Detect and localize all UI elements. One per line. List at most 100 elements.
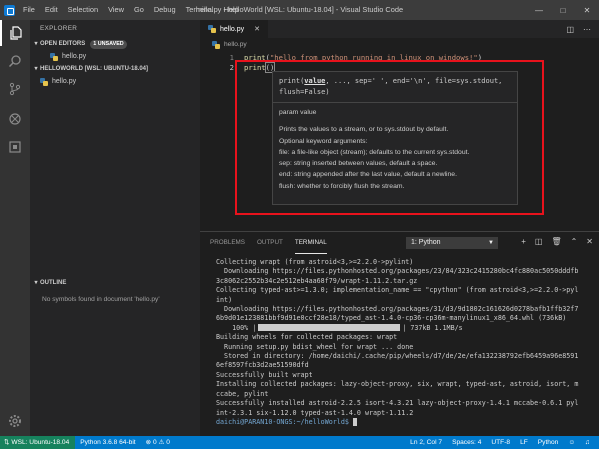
menu-go[interactable]: Go (129, 0, 149, 20)
breadcrumb: hello.py (200, 38, 599, 51)
close-window-icon[interactable]: ✕ (575, 0, 599, 20)
terminal-line: Building wheels for collected packages: … (216, 333, 398, 342)
language-mode[interactable]: Python (533, 436, 564, 449)
window-controls: — □ ✕ (527, 0, 599, 20)
menu-debug[interactable]: Debug (149, 0, 181, 20)
notifications-bell-icon[interactable]: ♫ (580, 436, 595, 449)
prompt-line: daichi@PARAN10-ONGS:~/helloWorld$ (216, 417, 594, 427)
tab-hello-py[interactable]: hello.py ✕ (200, 20, 269, 38)
open-editors-label: OPEN EDITORS (40, 41, 86, 47)
remote-indicator[interactable]: ⇅ WSL: Ubuntu-18.04 (0, 436, 76, 449)
menu-view[interactable]: View (103, 0, 129, 20)
chevron-down-icon: ▼ (488, 240, 494, 246)
python-file-icon (50, 52, 58, 61)
workspace-file-item[interactable]: hello.py (30, 75, 200, 88)
debug-icon[interactable] (0, 106, 30, 132)
terminal-line: Stored in directory: /home/daichi/.cache… (216, 352, 579, 361)
warning-count: 0 (166, 439, 170, 446)
progress-left: 100% | (216, 323, 257, 332)
cursor-position[interactable]: Ln 2, Col 7 (405, 436, 447, 449)
tab-terminal[interactable]: TERMINAL (294, 232, 327, 254)
title-bar: hello.py - helloWorld [WSL: Ubuntu-18.04… (0, 0, 599, 20)
line-number: 2 (229, 63, 234, 72)
terminal-line: Collecting typed-ast>=1.3.0; implementat… (216, 286, 579, 295)
status-right: Ln 2, Col 7 Spaces: 4 UTF-8 LF Python ☺ … (405, 436, 595, 449)
terminal-line: Downloading https://files.pythonhosted.o… (216, 267, 579, 276)
menu-edit[interactable]: Edit (40, 0, 63, 20)
end-of-line[interactable]: LF (515, 436, 533, 449)
error-icon: ⊗ (145, 439, 152, 446)
explorer-sidebar: EXPLORER ▾ OPEN EDITORS 1 UNSAVED hello.… (30, 20, 200, 436)
extensions-icon[interactable] (0, 134, 30, 160)
chevron-down-icon: ▾ (34, 41, 38, 47)
activity-bar (0, 20, 30, 436)
workspace-header[interactable]: ▾ HELLOWORLD [WSL: UBUNTU-18.04] (30, 63, 200, 75)
terminal-line: Collecting wrapt (from astroid<3,>=2.2.0… (216, 258, 414, 266)
kill-terminal-icon[interactable]: 🗑 (551, 237, 561, 246)
explorer-icon[interactable] (0, 20, 30, 46)
maximize-panel-icon[interactable]: ⌃ (571, 237, 578, 246)
tab-problems[interactable]: PROBLEMS (210, 232, 245, 254)
settings-gear-icon[interactable] (0, 408, 30, 434)
minimize-icon[interactable]: — (527, 0, 551, 20)
encoding[interactable]: UTF-8 (486, 436, 515, 449)
menu-terminal[interactable]: Terminal (181, 0, 219, 20)
terminal-line: Successfully built wrapt (216, 370, 313, 379)
new-terminal-icon[interactable]: + (521, 237, 526, 246)
feedback-icon[interactable]: ☺ (563, 436, 580, 449)
progress-right: | 737kB 1.1MB/s (402, 323, 463, 332)
terminal-line: Running setup.py bdist_wheel for wrapt .… (216, 342, 414, 351)
download-progress-bar (258, 324, 401, 332)
terminal-prompt: daichi@PARAN10-ONGS:~/helloWorld$ (216, 417, 349, 426)
problems-indicator[interactable]: ⊗ 0 ⚠ 0 (141, 436, 175, 449)
status-bar: ⇅ WSL: Ubuntu-18.04 Python 3.6.8 64-bit … (0, 436, 599, 449)
menu-help[interactable]: Help (219, 0, 244, 20)
outline-label: OUTLINE (40, 280, 67, 286)
menu-file[interactable]: File (18, 0, 40, 20)
tab-output[interactable]: OUTPUT (257, 232, 283, 254)
outline-header[interactable]: ▾ OUTLINE (30, 277, 200, 289)
outline-empty-message: No symbols found in document 'hello.py' (42, 296, 160, 303)
close-tab-icon[interactable]: ✕ (254, 25, 260, 33)
open-editor-filename: hello.py (62, 53, 87, 60)
open-editors-header[interactable]: ▾ OPEN EDITORS 1 UNSAVED (30, 38, 200, 50)
more-actions-icon[interactable]: ⋯ (583, 25, 591, 34)
terminal-line: 3c8062c2552b34c2e512eb4aa68f79/wrapt-1.1… (216, 276, 418, 285)
split-editor-icon[interactable]: ◫ (566, 25, 574, 34)
terminal-line: ccabe, pylint (216, 389, 269, 398)
workspace-filename: hello.py (52, 78, 77, 85)
workspace-label: HELLOWORLD [WSL: UBUNTU-18.04] (40, 66, 148, 72)
highlight-annotation-box (235, 60, 544, 215)
editor-actions: ◫ ⋯ (566, 20, 591, 38)
bottom-panel: PROBLEMS OUTPUT TERMINAL 1: Python ▼ + ◫… (200, 231, 599, 436)
terminal-output[interactable]: Collecting wrapt (from astroid<3,>=2.2.0… (216, 258, 594, 427)
terminal-line: Successfully installed astroid-2.2.5 iso… (216, 399, 579, 408)
terminal-cursor (352, 417, 357, 426)
python-file-icon (40, 77, 48, 86)
breadcrumb-file[interactable]: hello.py (224, 41, 247, 48)
maximize-icon[interactable]: □ (551, 0, 575, 20)
panel-actions: + ◫ 🗑 ⌃ ✕ (521, 237, 593, 246)
indentation[interactable]: Spaces: 4 (447, 436, 486, 449)
outline-section: ▾ OUTLINE No symbols found in document '… (30, 277, 200, 303)
search-icon[interactable] (0, 48, 30, 74)
terminal-line: Installing collected packages: lazy-obje… (216, 380, 579, 389)
remote-label: WSL: Ubuntu-18.04 (11, 439, 70, 446)
unsaved-badge: 1 UNSAVED (90, 39, 127, 49)
terminal-line: Downloading https://files.pythonhosted.o… (216, 305, 579, 314)
terminal-line: 6b9d01e123881bbf9d91e0ccf28e18/typed_ast… (216, 314, 567, 323)
tab-label: hello.py (220, 25, 245, 33)
python-interpreter[interactable]: Python 3.6.8 64-bit (75, 436, 140, 449)
error-count: 0 (153, 439, 157, 446)
source-control-icon[interactable] (0, 76, 30, 102)
close-panel-icon[interactable]: ✕ (586, 237, 593, 246)
terminal-select[interactable]: 1: Python ▼ (406, 237, 498, 249)
warning-icon: ⚠ (158, 439, 165, 446)
menu-selection[interactable]: Selection (63, 0, 103, 20)
terminal-line: int) (216, 295, 233, 304)
line-number: 1 (229, 53, 234, 62)
terminal-select-value: 1: Python (411, 239, 441, 246)
python-file-icon (212, 40, 220, 49)
open-editor-item[interactable]: hello.py (30, 50, 200, 63)
split-terminal-icon[interactable]: ◫ (535, 237, 543, 246)
